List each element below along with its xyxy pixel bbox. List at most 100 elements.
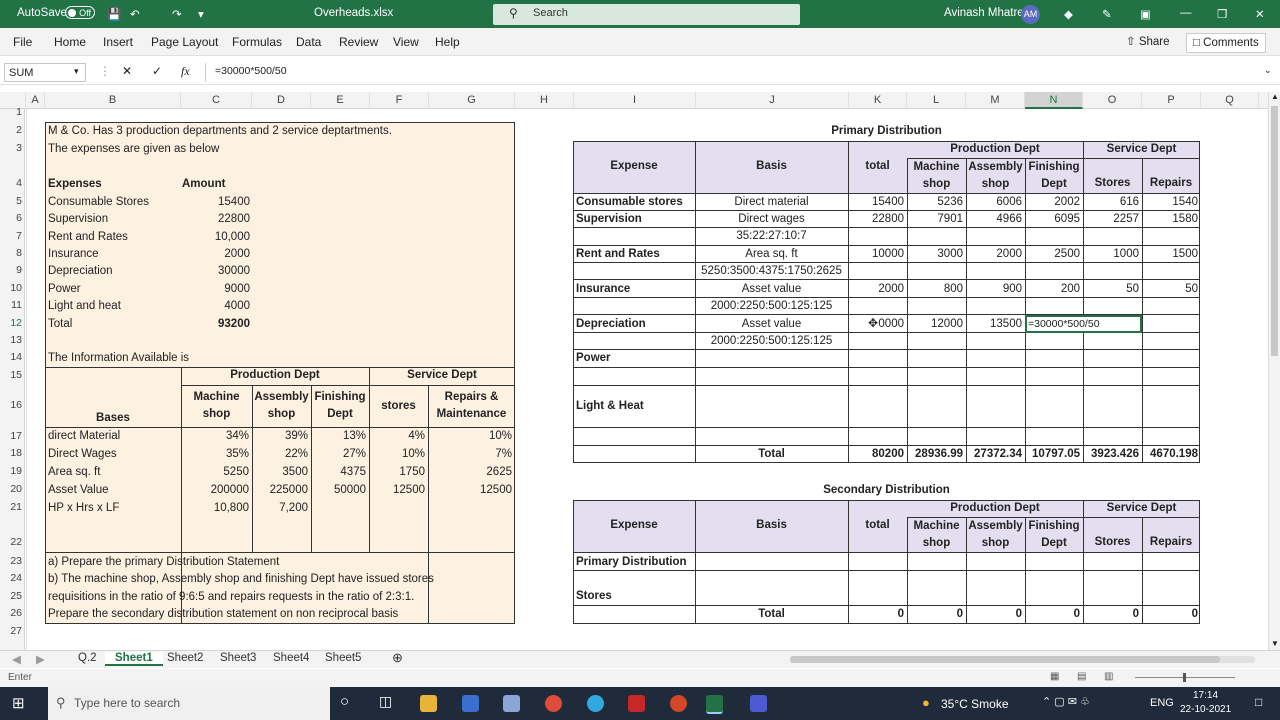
col-header-f[interactable]: F <box>370 92 429 109</box>
tab-q2[interactable]: Q.2 <box>78 652 97 664</box>
file-name[interactable]: Overheads.xlsx <box>314 7 393 19</box>
expand-formula-icon[interactable]: ⌄ <box>1264 65 1272 76</box>
add-sheet-icon[interactable]: ⊕ <box>392 650 403 666</box>
row-header[interactable]: 2 <box>0 124 25 136</box>
row-header[interactable]: 9 <box>0 264 25 276</box>
row-header[interactable]: 13 <box>0 334 25 346</box>
row-header[interactable]: 11 <box>0 299 25 311</box>
row-header[interactable]: 6 <box>0 212 25 224</box>
menu-help[interactable]: Help <box>435 35 460 49</box>
col-header-m[interactable]: M <box>966 92 1025 109</box>
row-header[interactable]: 1 <box>0 106 25 118</box>
worksheet-grid[interactable]: M & Co. Has 3 production departments and… <box>26 109 1268 650</box>
view-normal-icon[interactable]: ▦ <box>1050 671 1059 682</box>
tab-sheet3[interactable]: Sheet3 <box>220 652 256 664</box>
row-header[interactable]: 26 <box>0 607 25 619</box>
row-header[interactable]: 21 <box>0 501 25 513</box>
scroll-thumb[interactable] <box>1271 106 1278 356</box>
clock-date[interactable]: 22-10-2021 <box>1180 704 1231 715</box>
clock-time[interactable]: 17:14 <box>1193 690 1218 701</box>
row-header[interactable]: 3 <box>0 142 25 154</box>
col-header-h[interactable]: H <box>515 92 574 109</box>
tab-scroll-right-icon[interactable]: ▶ <box>36 652 45 666</box>
camera-app-icon[interactable] <box>750 695 767 712</box>
minimize-icon[interactable]: — <box>1180 7 1192 19</box>
enter-icon[interactable]: ✓ <box>152 64 162 78</box>
row-header[interactable]: 19 <box>0 465 25 477</box>
app-icon[interactable] <box>503 695 520 712</box>
col-header-p[interactable]: P <box>1142 92 1201 109</box>
row-header[interactable]: 22 <box>0 536 25 548</box>
namebox-dropdown-icon[interactable]: ▾ <box>74 66 79 77</box>
zoom-slider-thumb[interactable] <box>1183 673 1186 682</box>
comments-button[interactable]: □ Comments <box>1186 33 1266 53</box>
formula-input[interactable]: =30000*500/50 <box>215 65 287 77</box>
col-header-e[interactable]: E <box>311 92 370 109</box>
menu-page-layout[interactable]: Page Layout <box>151 35 218 49</box>
row-header[interactable]: 18 <box>0 447 25 459</box>
row-header[interactable]: 17 <box>0 430 25 442</box>
row-header[interactable]: 5 <box>0 195 25 207</box>
col-header-q[interactable]: Q <box>1201 92 1259 109</box>
row-header[interactable]: 27 <box>0 625 25 637</box>
store-icon[interactable] <box>462 695 479 712</box>
menu-review[interactable]: Review <box>339 35 378 49</box>
row-header[interactable]: 14 <box>0 351 25 363</box>
vertical-scrollbar[interactable]: ▲ ▼ <box>1268 92 1280 650</box>
row-header[interactable]: 15 <box>0 369 25 381</box>
edge-icon[interactable] <box>587 695 604 712</box>
tab-sheet4[interactable]: Sheet4 <box>273 652 309 664</box>
pdf-icon[interactable] <box>628 695 645 712</box>
share-button[interactable]: ⇧ Share <box>1120 33 1176 51</box>
tab-scroll-left-icon[interactable]: ◀ <box>12 652 21 666</box>
col-header-c[interactable]: C <box>181 92 252 109</box>
redo-icon[interactable]: ↷ <box>172 7 182 21</box>
windows-start-icon[interactable]: ⊞ <box>12 694 25 712</box>
powerpoint-icon[interactable] <box>670 695 687 712</box>
menu-formulas[interactable]: Formulas <box>232 35 282 49</box>
col-header-l[interactable]: L <box>907 92 966 109</box>
cortana-icon[interactable]: ○ <box>340 693 349 710</box>
col-header-d[interactable]: D <box>252 92 311 109</box>
maximize-icon[interactable]: ❐ <box>1217 7 1227 21</box>
tab-sheet5[interactable]: Sheet5 <box>325 652 361 664</box>
row-header[interactable]: 10 <box>0 282 25 294</box>
active-cell-editor[interactable]: =30000*500/50 <box>1025 315 1142 333</box>
excel-icon[interactable] <box>706 695 723 714</box>
horizontal-scrollbar[interactable] <box>790 656 1255 663</box>
language-indicator[interactable]: ENG <box>1150 697 1174 709</box>
tab-sheet2[interactable]: Sheet2 <box>167 652 203 664</box>
autosave-toggle[interactable]: Off <box>65 6 95 19</box>
col-header-k[interactable]: K <box>849 92 907 109</box>
row-header[interactable]: 7 <box>0 230 25 242</box>
row-header[interactable]: 25 <box>0 590 25 602</box>
task-view-icon[interactable]: ◫ <box>379 693 392 710</box>
col-header-j[interactable]: J <box>696 92 849 109</box>
menu-home[interactable]: Home <box>54 35 86 49</box>
col-header-a[interactable]: A <box>26 92 45 109</box>
customize-qat-icon[interactable]: ▾ <box>198 7 204 21</box>
col-header-n[interactable]: N <box>1025 92 1083 109</box>
ribbon-display-icon[interactable]: ▣ <box>1140 7 1151 21</box>
undo-icon[interactable]: ↶ <box>130 7 140 21</box>
scroll-down-icon[interactable]: ▼ <box>1271 639 1279 648</box>
row-header[interactable]: 16 <box>0 399 25 411</box>
avatar[interactable]: AM <box>1021 5 1040 24</box>
cancel-icon[interactable]: ✕ <box>122 64 132 78</box>
col-header-b[interactable]: B <box>45 92 181 109</box>
col-header-i[interactable]: I <box>574 92 696 109</box>
row-header[interactable]: 24 <box>0 572 25 584</box>
view-page-layout-icon[interactable]: ▤ <box>1077 671 1086 682</box>
menu-file[interactable]: File <box>13 35 32 49</box>
notification-icon[interactable]: □ <box>1255 695 1262 709</box>
row-header[interactable]: 4 <box>0 177 25 189</box>
weather-text[interactable]: 35°C Smoke <box>941 697 1009 711</box>
taskbar-search[interactable]: ⚲ Type here to search <box>48 687 330 720</box>
row-header[interactable]: 12 <box>0 317 25 329</box>
scroll-up-icon[interactable]: ▲ <box>1271 92 1279 101</box>
close-icon[interactable]: ✕ <box>1255 7 1265 21</box>
row-header[interactable]: 8 <box>0 247 25 259</box>
row-header[interactable]: 23 <box>0 555 25 567</box>
view-page-break-icon[interactable]: ▥ <box>1104 671 1113 682</box>
search-box[interactable]: ⚲ Search <box>493 4 800 25</box>
